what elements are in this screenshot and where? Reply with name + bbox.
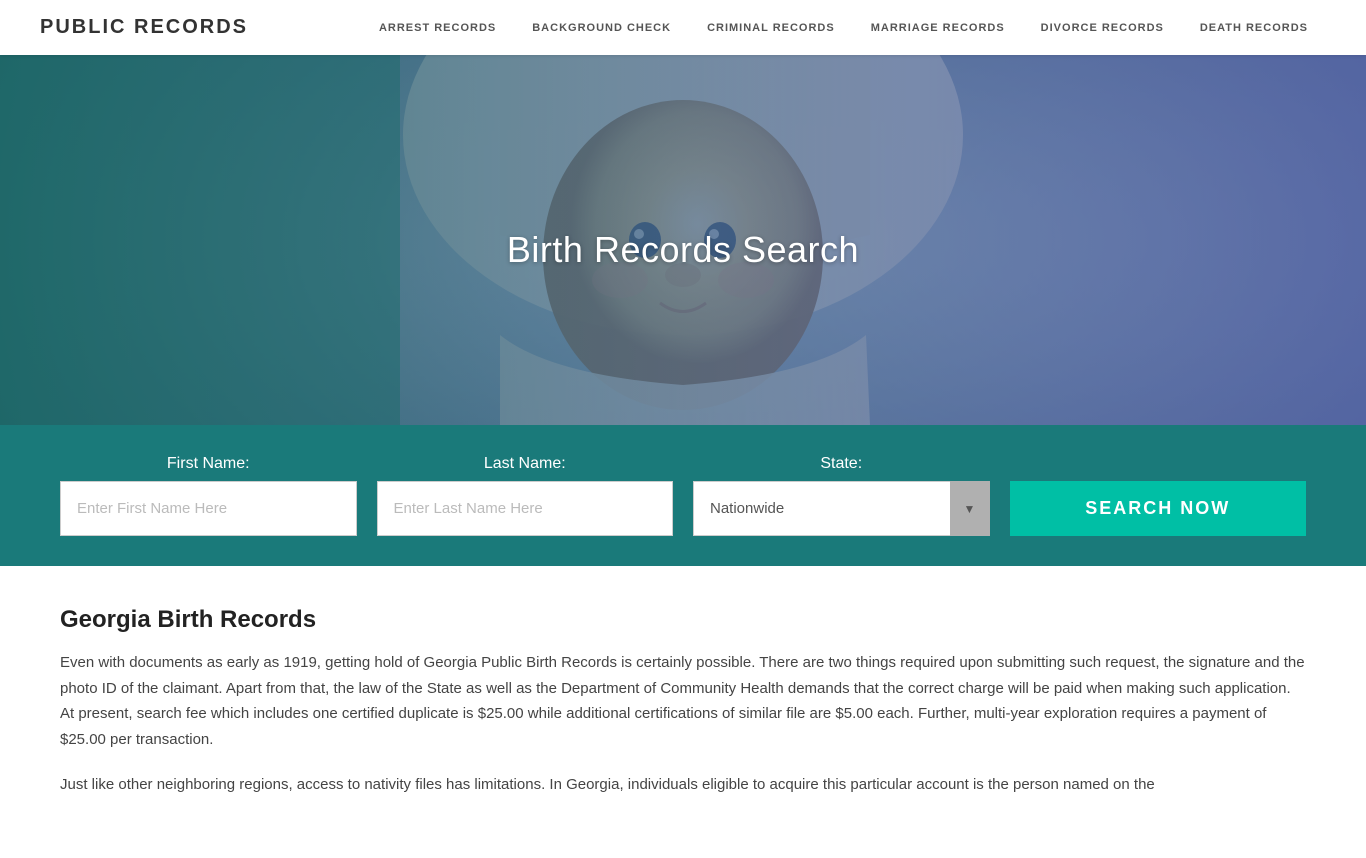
main-nav: ARREST RECORDS BACKGROUND CHECK CRIMINAL…	[361, 0, 1326, 55]
logo: PUBLIC RECORDS	[40, 16, 248, 39]
last-name-field: Last Name:	[377, 455, 674, 536]
content-section: Georgia Birth Records Even with document…	[0, 566, 1366, 858]
content-paragraph-2: Just like other neighboring regions, acc…	[60, 772, 1306, 798]
last-name-label: Last Name:	[377, 455, 674, 473]
search-bar: First Name: Last Name: State: Nationwide…	[0, 425, 1366, 566]
nav-background-check[interactable]: BACKGROUND CHECK	[514, 0, 689, 55]
state-select-wrapper: Nationwide Alabama Alaska Arizona Arkans…	[693, 481, 990, 536]
first-name-input[interactable]	[60, 481, 357, 536]
state-select[interactable]: Nationwide Alabama Alaska Arizona Arkans…	[693, 481, 990, 536]
nav-death-records[interactable]: DEATH RECORDS	[1182, 0, 1326, 55]
first-name-field: First Name:	[60, 455, 357, 536]
state-label: State:	[693, 455, 990, 473]
last-name-input[interactable]	[377, 481, 674, 536]
hero-section: Birth Records Search	[0, 55, 1366, 425]
first-name-label: First Name:	[60, 455, 357, 473]
hero-title: Birth Records Search	[507, 229, 859, 271]
content-paragraph-1: Even with documents as early as 1919, ge…	[60, 650, 1306, 752]
nav-criminal-records[interactable]: CRIMINAL RECORDS	[689, 0, 853, 55]
search-button-wrapper: SEARCH NOW	[1010, 481, 1307, 536]
nav-divorce-records[interactable]: DIVORCE RECORDS	[1023, 0, 1182, 55]
header: PUBLIC RECORDS ARREST RECORDS BACKGROUND…	[0, 0, 1366, 55]
nav-marriage-records[interactable]: MARRIAGE RECORDS	[853, 0, 1023, 55]
state-field: State: Nationwide Alabama Alaska Arizona…	[693, 455, 990, 536]
content-heading: Georgia Birth Records	[60, 606, 1306, 634]
nav-arrest-records[interactable]: ARREST RECORDS	[361, 0, 514, 55]
search-now-button[interactable]: SEARCH NOW	[1010, 481, 1307, 536]
